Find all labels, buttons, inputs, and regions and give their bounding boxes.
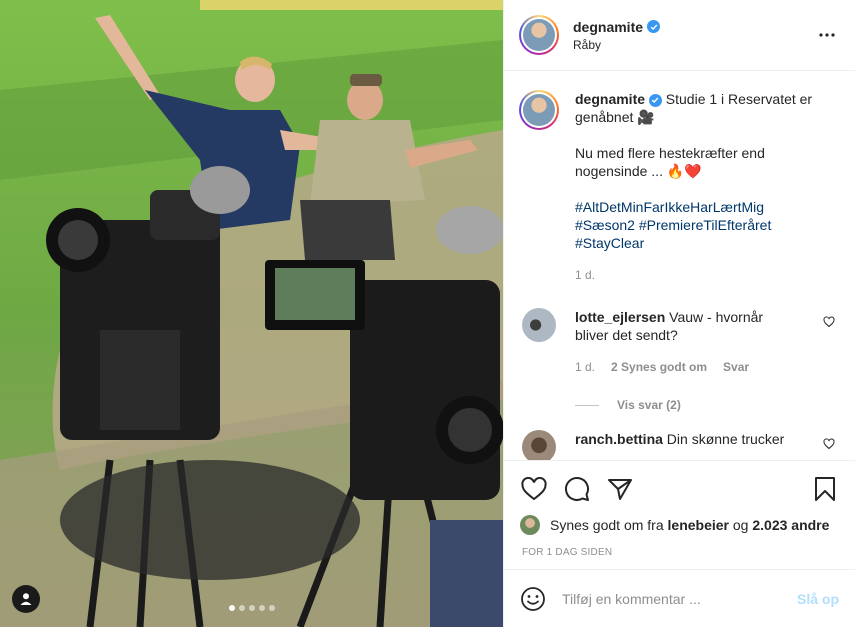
replies-divider [575,404,599,406]
post-photo[interactable] [0,0,503,627]
post-caption-row: degnamite Studie 1 i Reservatet er genåb… [519,90,839,284]
posted-time[interactable]: FOR 1 DAG SIDEN [522,547,839,558]
action-bar [520,473,839,505]
comment-item: lotte_ejlersen Vauw - hvornår bliver det… [519,308,839,376]
post-caption: degnamite Studie 1 i Reservatet er genåb… [575,90,815,284]
post-location[interactable]: Råby [573,38,815,52]
comment-meta: 1 d. 2 Synes godt om Svar [575,358,795,376]
comment-body: lotte_ejlersen Vauw - hvornår bliver det… [575,308,795,376]
add-comment-bar: Slå op [504,569,855,627]
caption-username[interactable]: degnamite [575,91,662,107]
carousel-dot [258,605,265,611]
commenter-avatar[interactable] [522,308,556,342]
view-replies-button[interactable]: Vis svar (2) [575,398,839,412]
commenter-username[interactable]: ranch.bettina [575,431,663,447]
likes-joiner: og [732,517,749,533]
more-horizontal-icon[interactable] [815,23,839,47]
carousel-dot [268,605,275,611]
heart-icon[interactable] [520,475,548,503]
comment-bubble-icon[interactable] [563,475,591,503]
likes-prefix: Synes godt om fra [550,517,664,533]
bookmark-icon[interactable] [811,475,839,503]
author-avatar[interactable] [519,15,559,55]
carousel-indicator [0,605,503,611]
author-info: degnamite Råby [573,19,815,52]
commenter-avatar[interactable] [522,430,556,460]
smiley-icon[interactable] [520,586,546,612]
comment-body: ranch.bettina Din skønne trucker [575,430,795,460]
caption-time: 1 d. [575,268,596,282]
reply-button[interactable]: Svar [723,358,749,376]
verified-badge-icon [648,93,662,107]
post-comment-button[interactable]: Slå op [797,591,839,607]
post-actions: Synes godt om fra lenebeier og 2.023 and… [504,460,855,558]
comment-item: ranch.bettina Din skønne trucker [519,430,839,460]
photo-illustration [0,0,503,627]
hashtag-link[interactable]: #Sæson2 #PremiereTilEfteråret [575,216,815,234]
carousel-dot-active [228,605,235,611]
likes-count[interactable]: 2.023 andre [752,517,829,533]
author-username[interactable]: degnamite [573,19,661,35]
author-avatar[interactable] [519,90,559,130]
post-side-panel: degnamite Råby degnamite Studie 1 i Rese… [503,0,855,627]
post-header: degnamite Råby [504,0,855,71]
hashtag-link[interactable]: #StayClear [575,234,815,252]
carousel-dot [238,605,245,611]
likes-summary: Synes godt om fra lenebeier og 2.023 and… [520,515,839,535]
comment-time: 1 d. [575,360,596,374]
comment-text: Din skønne trucker [666,431,785,447]
hashtag-link[interactable]: #AltDetMinFarIkkeHarLærtMig [575,198,815,216]
carousel-dot [248,605,255,611]
comment-heart-icon[interactable] [823,438,835,450]
fire-heart-emoji: 🔥❤️ [666,163,702,179]
paper-plane-icon[interactable] [606,475,634,503]
liker-avatar[interactable] [520,515,540,535]
verified-badge-icon [647,20,661,33]
liker-username[interactable]: lenebeier [668,517,729,533]
comment-likes[interactable]: 2 Synes godt om [611,358,707,376]
camera-emoji: 🎥 [637,109,655,125]
comment-heart-icon[interactable] [823,316,835,328]
view-replies-label: Vis svar (2) [617,398,681,412]
comment-input[interactable] [562,590,797,607]
commenter-username[interactable]: lotte_ejlersen [575,309,665,325]
comments-scroll-area[interactable]: degnamite Studie 1 i Reservatet er genåb… [504,72,855,460]
